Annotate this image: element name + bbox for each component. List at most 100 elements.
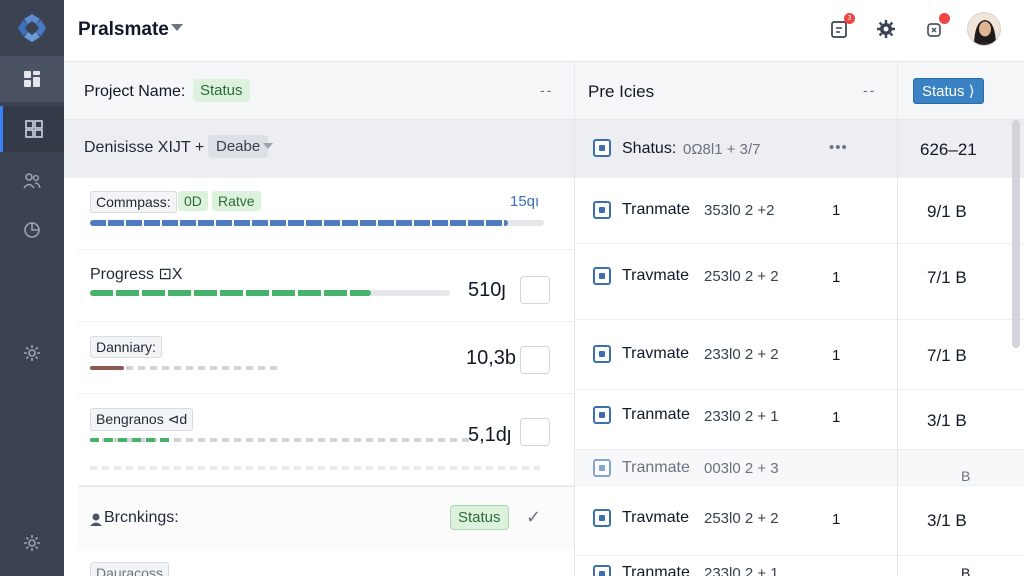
row-name: Tranmate xyxy=(622,201,690,218)
progress-fill xyxy=(90,366,125,370)
row-size: B xyxy=(961,468,971,484)
project-name-label: Project Name: xyxy=(84,83,186,100)
row-more-button[interactable]: ••• xyxy=(829,139,848,156)
row-checkbox[interactable] xyxy=(520,276,550,304)
policies-menu-button[interactable]: -- xyxy=(863,82,876,98)
table-row[interactable]: Tranmate 233l0 2 + 1 1 3/1 B xyxy=(575,390,1024,450)
project-menu-button[interactable]: -- xyxy=(540,82,553,98)
progress-fill xyxy=(90,220,508,226)
bookings-status-badge[interactable]: Status xyxy=(450,505,509,530)
table-row[interactable]: Travmate 253l0 2 + 2 1 7/1 B xyxy=(575,244,1024,320)
row-name: Tranmate xyxy=(622,406,690,423)
project-panel: Project Name: Status -- Denisisse XIJT +… xyxy=(64,62,574,576)
pie-chart-icon xyxy=(24,222,40,238)
row-size: 7/1 B xyxy=(927,268,967,287)
gear-icon xyxy=(24,535,40,551)
table-row[interactable]: Tranmate 233l0 2 + 1 B xyxy=(575,556,1024,576)
user-avatar-icon xyxy=(968,13,1000,45)
row-label: Commpass: xyxy=(90,191,177,213)
row-name: Travmate xyxy=(622,345,689,362)
project-status-badge[interactable]: Status xyxy=(193,79,250,102)
sidebar-item-preferences[interactable] xyxy=(0,520,64,566)
top-header: Pralsmate 3 xyxy=(64,0,1024,62)
row-checkbox-icon[interactable] xyxy=(593,509,611,527)
row-name: Travmate xyxy=(622,509,689,526)
filter-dropdown[interactable]: Deabe xyxy=(208,135,269,158)
row-count: 1 xyxy=(832,202,841,219)
status-button[interactable]: Status ⟩ xyxy=(913,78,984,104)
project-panel-header: Project Name: Status -- xyxy=(64,62,574,120)
sidebar-item-settings[interactable] xyxy=(0,330,64,376)
row-checkbox-icon[interactable] xyxy=(593,345,611,363)
progress-track xyxy=(90,438,470,442)
avatar[interactable] xyxy=(967,12,1001,46)
list-item[interactable]: Progress ⊡X 510ȷ xyxy=(78,250,574,322)
row-label: Danniary: xyxy=(90,336,162,358)
table-row[interactable]: Tranmate 353l0 2 +2 1 9/1 B xyxy=(575,178,1024,244)
policies-panel: Pre Icies -- Status ⟩ Shatus: 0Ω8l1 + 3/… xyxy=(574,62,1024,576)
notification-button[interactable]: 3 xyxy=(826,13,855,42)
settings-icon xyxy=(24,345,40,361)
sidebar-item-grid[interactable] xyxy=(0,106,64,152)
app-title[interactable]: Pralsmate xyxy=(78,19,169,41)
table-row[interactable]: Travmate 233l0 2 + 2 1 7/1 B xyxy=(575,320,1024,390)
sidebar-item-reports[interactable] xyxy=(0,206,64,252)
row-checkbox-icon[interactable] xyxy=(593,459,611,477)
notification-badge: 3 xyxy=(844,13,855,24)
row-size: 3/1 B xyxy=(927,511,967,530)
row-label: Dauracoss xyxy=(90,562,169,576)
progress-bar xyxy=(90,290,450,296)
row-meta: 253l0 2 + 2 xyxy=(704,510,779,527)
progress-fill xyxy=(90,438,174,442)
row-size: 9/1 B xyxy=(927,202,967,221)
row-name: Shatus: xyxy=(622,140,677,157)
check-icon[interactable]: ✓ xyxy=(526,507,541,528)
row-count: 1 xyxy=(832,409,841,426)
progress-track xyxy=(90,366,280,370)
table-row[interactable]: Tranmate 003l0 2 + 3 B xyxy=(575,450,1024,486)
row-value: 10,3b xyxy=(466,347,517,369)
row-label: Bengranos ⊲d xyxy=(90,408,194,431)
column-divider xyxy=(897,62,898,576)
filter-bar: Denisisse XIJT + Deabe xyxy=(64,120,574,178)
scrollbar[interactable] xyxy=(1012,120,1020,348)
row-meta: 233l0 2 + 1 xyxy=(704,408,779,425)
bookings-label: Brcnkings: xyxy=(104,509,179,526)
row-name: Tranmate xyxy=(622,459,690,476)
row-label: Progress ⊡X xyxy=(90,266,183,283)
sidebar-item-users[interactable] xyxy=(0,158,64,204)
row-meta: 0Ω8l1 + 3/7 xyxy=(683,141,761,158)
list-item[interactable]: Commpass: 0D Ratve 15qı xyxy=(78,178,574,250)
logo-icon[interactable] xyxy=(14,10,50,46)
settings-button[interactable] xyxy=(873,16,899,42)
user-icon xyxy=(90,513,102,526)
row-checkbox-icon[interactable] xyxy=(593,267,611,285)
bookings-row[interactable]: Brcnkings: Status ✓ xyxy=(78,486,574,550)
row-count: 1 xyxy=(832,511,841,528)
sidebar-item-dashboard[interactable] xyxy=(0,56,64,102)
row-badge: 0D xyxy=(178,191,208,211)
row-checkbox-icon[interactable] xyxy=(593,565,611,576)
chevron-down-icon[interactable] xyxy=(263,143,273,149)
gear-icon xyxy=(877,20,895,38)
divider xyxy=(90,466,540,470)
list-item[interactable]: Danniary: 10,3b xyxy=(78,322,574,394)
table-row[interactable]: Travmate 253l0 2 + 2 1 3/1 B xyxy=(575,486,1024,556)
alerts-button[interactable] xyxy=(921,13,950,42)
chevron-down-icon[interactable] xyxy=(171,24,183,31)
row-checkbox[interactable] xyxy=(520,418,550,446)
row-size: B xyxy=(961,565,971,576)
progress-bar xyxy=(90,220,544,226)
row-value: 5,1dȷ xyxy=(468,424,512,446)
table-row[interactable]: Shatus: 0Ω8l1 + 3/7 ••• 626–21 xyxy=(575,120,1024,178)
row-checkbox-icon[interactable] xyxy=(593,406,611,424)
users-icon xyxy=(23,173,41,189)
list-item[interactable]: Bengranos ⊲d 5,1dȷ xyxy=(78,394,574,486)
policies-panel-header: Pre Icies -- Status ⟩ xyxy=(575,62,1024,120)
row-checkbox-icon[interactable] xyxy=(593,201,611,219)
row-checkbox[interactable] xyxy=(520,346,550,374)
row-count: 1 xyxy=(832,269,841,286)
row-size: 3/1 B xyxy=(927,411,967,430)
row-meta: 003l0 2 + 3 xyxy=(704,460,779,477)
row-checkbox-icon[interactable] xyxy=(593,139,611,157)
